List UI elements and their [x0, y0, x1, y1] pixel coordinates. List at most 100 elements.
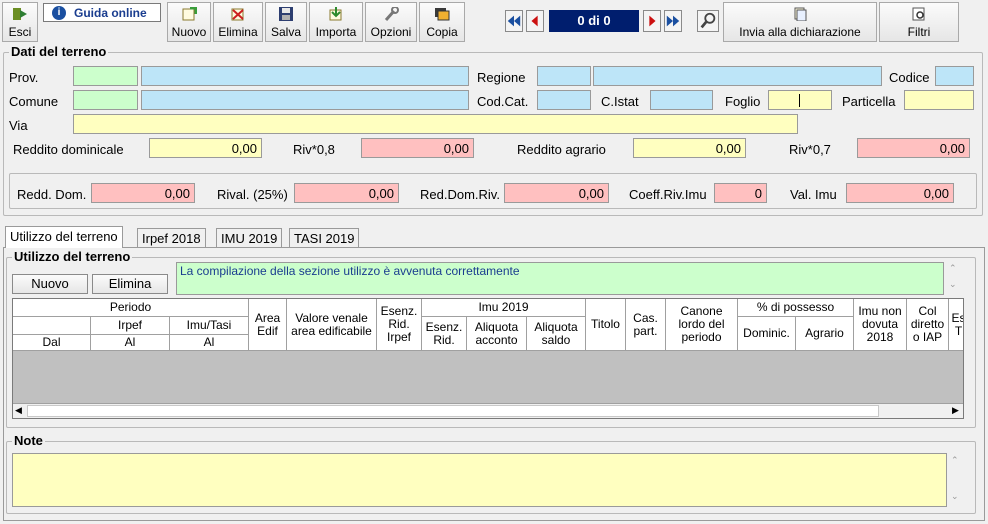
scroll-up-icon: ⌃ [949, 263, 957, 273]
codcat-label: Cod.Cat. [477, 94, 529, 109]
col-agrario[interactable]: Agrario [796, 317, 854, 351]
col-cas-part[interactable]: Cas. part. [626, 299, 666, 351]
info-icon: i [52, 6, 66, 20]
col-imu-al[interactable]: Al [170, 335, 249, 351]
tab-imu-2019[interactable]: IMU 2019 [216, 228, 283, 248]
col-es-t[interactable]: Es T [949, 299, 963, 351]
tab-irpef-2018[interactable]: Irpef 2018 [137, 228, 206, 248]
scroll-down-icon: ⌄ [949, 279, 957, 289]
utilizzo-delete-button[interactable]: Elimina [92, 274, 168, 294]
riv07-field: 0,00 [857, 138, 970, 158]
col-aliquota-acconto[interactable]: Aliquota acconto [467, 317, 527, 351]
reddito-agrario-field[interactable]: 0,00 [633, 138, 746, 158]
regione-name-field[interactable] [593, 66, 882, 86]
rival-field: 0,00 [294, 183, 399, 203]
redd-dom-field: 0,00 [91, 183, 195, 203]
message-scrollbar[interactable]: ⌃ ⌄ [946, 262, 962, 295]
tab-tasi-2019[interactable]: TASI 2019 [289, 228, 360, 248]
col-canone[interactable]: Canone lordo del periodo [666, 299, 738, 351]
options-label: Opzioni [370, 25, 412, 39]
wrench-icon [384, 7, 399, 21]
codice-field[interactable] [935, 66, 974, 86]
scroll-thumb[interactable] [27, 405, 879, 417]
col-irpef-al[interactable]: Al [91, 335, 170, 351]
col-titolo[interactable]: Titolo [586, 299, 626, 351]
next-record-button[interactable] [643, 10, 661, 32]
send-button[interactable]: Invia alla dichiarazione [723, 2, 877, 42]
note-field[interactable] [12, 453, 947, 507]
col-esenz-rid[interactable]: Esenz. Rid. [422, 317, 467, 351]
filters-button[interactable]: Filtri [879, 2, 959, 42]
copy-icon [435, 8, 450, 21]
note-scrollbar[interactable]: ⌃ ⌄ [947, 453, 963, 507]
utilizzo-new-label: Nuovo [31, 276, 69, 291]
exit-label: Esci [8, 25, 32, 39]
import-button[interactable]: Importa [309, 2, 363, 42]
regione-code-field[interactable] [537, 66, 591, 86]
regione-label: Regione [477, 70, 526, 85]
riv08-label: Riv*0,8 [293, 142, 335, 157]
copy-button[interactable]: Copia [419, 2, 465, 42]
exit-button[interactable]: Esci [2, 2, 38, 42]
reddito-dominicale-field[interactable]: 0,00 [149, 138, 262, 158]
options-button[interactable]: Opzioni [365, 2, 417, 42]
cistat-field[interactable] [650, 90, 713, 110]
col-dominic[interactable]: Dominic. [738, 317, 796, 351]
save-button[interactable]: Salva [265, 2, 307, 42]
col-dal[interactable]: Dal [13, 335, 91, 351]
foglio-label: Foglio [725, 94, 761, 109]
prev-record-button[interactable] [526, 10, 544, 32]
prev-icon [531, 15, 538, 27]
new-button[interactable]: Nuovo [167, 2, 211, 42]
utilizzo-grid[interactable]: Periodo Irpef Imu/Tasi Dal Al Al Area Ed… [12, 298, 964, 419]
grid-hscrollbar[interactable]: ◀ ▶ [13, 403, 963, 418]
utilizzo-title: Utilizzo del terreno [12, 249, 133, 264]
floppy-icon [279, 7, 293, 21]
col-esenz-rid-irpef[interactable]: Esenz. Rid. Irpef [377, 299, 422, 351]
comune-name-field[interactable] [141, 90, 469, 110]
delete-button[interactable]: Elimina [213, 2, 263, 42]
comune-label: Comune [9, 94, 59, 109]
col-imu-2019: Imu 2019 [422, 299, 586, 317]
help-label: Guida online [74, 6, 147, 20]
valimu-field: 0,00 [846, 183, 954, 203]
via-field[interactable] [73, 114, 798, 134]
delete-icon [231, 8, 244, 21]
codice-label: Codice [889, 70, 930, 85]
record-counter: 0 di 0 [549, 10, 639, 32]
col-imu-tasi: Imu/Tasi [170, 317, 249, 335]
save-label: Salva [270, 25, 302, 39]
utilizzo-new-button[interactable]: Nuovo [12, 274, 88, 294]
text-cursor [799, 94, 800, 107]
filter-icon [912, 7, 925, 21]
prov-label: Prov. [9, 70, 39, 85]
help-button[interactable]: i Guida online [43, 3, 161, 22]
scroll-right-icon[interactable]: ▶ [952, 405, 959, 416]
col-perc-possesso: % di possesso [738, 299, 854, 317]
coeff-label: Coeff.Riv.Imu [629, 187, 707, 202]
col-aliquota-saldo[interactable]: Aliquota saldo [527, 317, 586, 351]
col-imu-non-dovuta[interactable]: Imu non dovuta 2018 [854, 299, 907, 351]
particella-field[interactable] [904, 90, 974, 110]
comune-code-field[interactable] [73, 90, 138, 110]
reddito-dominicale-label: Reddito dominicale [13, 142, 124, 157]
next-icon [649, 15, 656, 27]
search-button[interactable] [697, 10, 719, 32]
filters-label: Filtri [907, 25, 931, 39]
col-area-edif[interactable]: Area Edif [249, 299, 287, 351]
last-icon [666, 15, 680, 27]
exit-icon [13, 8, 27, 20]
codcat-field[interactable] [537, 90, 591, 110]
search-icon [700, 12, 716, 29]
last-record-button[interactable] [664, 10, 682, 32]
col-valore-venale[interactable]: Valore venale area edificabile [287, 299, 377, 351]
scroll-left-icon[interactable]: ◀ [15, 405, 22, 416]
note-scroll-up-icon: ⌃ [951, 455, 959, 465]
copy-label: Copia [426, 25, 458, 39]
tab-utilizzo[interactable]: Utilizzo del terreno [5, 226, 123, 248]
col-col-diretto[interactable]: Col diretto o IAP [907, 299, 949, 351]
prov-name-field[interactable] [141, 66, 469, 86]
foglio-field[interactable] [768, 90, 832, 110]
prov-code-field[interactable] [73, 66, 138, 86]
first-record-button[interactable] [505, 10, 523, 32]
